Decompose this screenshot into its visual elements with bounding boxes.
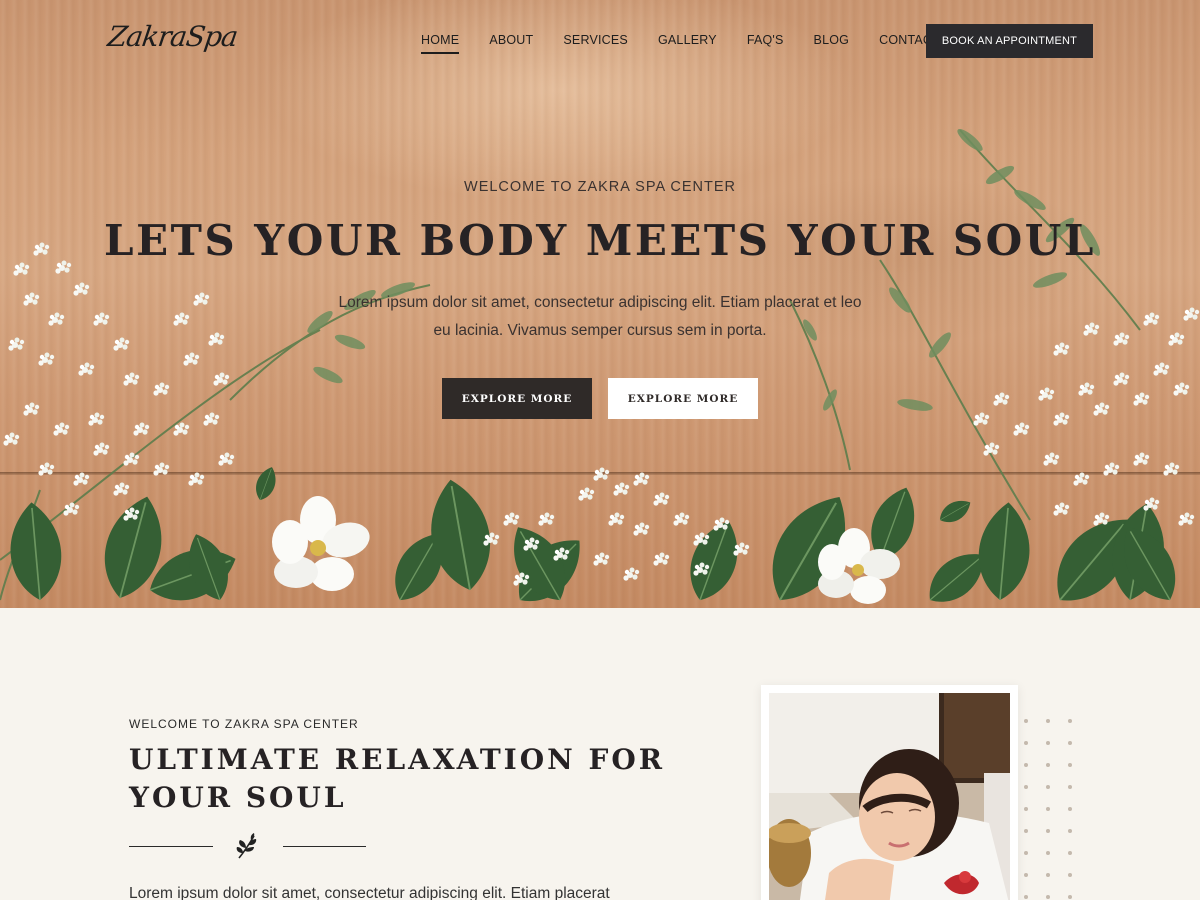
about-subtitle: WELCOME TO ZAKRA SPA CENTER [129,717,359,731]
nav-blog[interactable]: BLOG [814,33,850,54]
explore-more-button-primary[interactable]: EXPLORE MORE [442,378,592,419]
hero-title: LETS YOUR BODY MEETS YOUR SOUL [104,216,1096,265]
divider-line-left [129,846,213,847]
divider-line-right [283,846,366,847]
explore-more-button-secondary[interactable]: EXPLORE MORE [608,378,758,419]
spa-photo-frame [761,685,1018,900]
nav-gallery[interactable]: GALLERY [658,33,717,54]
nav-home[interactable]: HOME [421,33,460,54]
spa-treatment-photo [769,693,1010,900]
dot-pattern-decoration [1024,719,1072,899]
hero-subtitle: WELCOME TO ZAKRA SPA CENTER [464,179,736,195]
about-title: ULTIMATE RELAXATION FOR YOUR SOUL [129,743,666,814]
leaf-sprig-icon [236,833,257,859]
site-logo[interactable]: ZakraSpa [106,20,240,53]
about-text: Lorem ipsum dolor sit amet, consectetur … [129,885,610,900]
nav-faqs[interactable]: FAQ'S [747,33,784,54]
main-navigation: HOME ABOUT SERVICES GALLERY FAQ'S BLOG C… [421,33,970,54]
hero-description: Lorem ipsum dolor sit amet, consectetur … [338,294,862,339]
book-appointment-button[interactable]: BOOK AN APPOINTMENT [926,24,1093,58]
nav-about[interactable]: ABOUT [489,33,533,54]
nav-services[interactable]: SERVICES [563,33,628,54]
